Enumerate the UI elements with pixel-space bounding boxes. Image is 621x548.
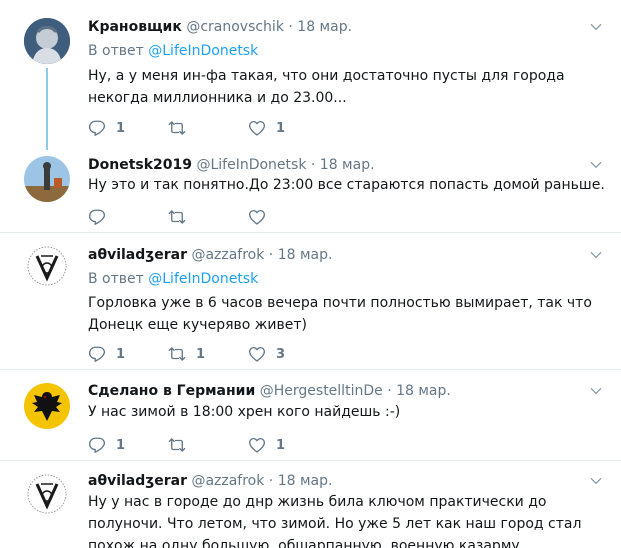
timestamp[interactable]: 18 мар.: [297, 19, 352, 35]
retweet-count: 1: [196, 346, 206, 362]
timestamp[interactable]: 18 мар.: [396, 383, 451, 399]
tweet-header: aθviladʒerar @azzafrok · 18 мар.: [88, 472, 332, 490]
reply-icon: [88, 345, 106, 363]
retweet-button[interactable]: 1: [168, 344, 205, 364]
reply-button[interactable]: 1: [88, 435, 125, 455]
retweet-button[interactable]: [168, 435, 196, 455]
user-handle[interactable]: @azzafrok: [191, 247, 264, 263]
tweet[interactable]: Крановщик @cranovschik · 18 мар. В ответ…: [0, 0, 621, 150]
like-button[interactable]: 3: [248, 344, 285, 364]
reply-button[interactable]: 1: [88, 118, 125, 138]
reply-button[interactable]: [88, 207, 116, 227]
tweet-header: Сделано в Германии @HergestelltinDe · 18…: [88, 382, 451, 400]
chevron-down-icon[interactable]: [589, 20, 603, 34]
retweet-button[interactable]: [168, 207, 196, 227]
reply-icon: [88, 119, 106, 137]
like-icon: [248, 345, 266, 363]
reply-to-link[interactable]: @LifeInDonetsk: [148, 271, 258, 287]
reply-context: В ответ @LifeInDonetsk: [88, 270, 258, 288]
reply-icon: [88, 208, 106, 226]
separator-dot: ·: [288, 19, 293, 35]
user-handle[interactable]: @LifeInDonetsk: [196, 157, 306, 173]
reply-count: 1: [116, 120, 126, 136]
avatar[interactable]: [24, 243, 70, 289]
retweet-icon: [168, 436, 186, 454]
separator-dot: ·: [268, 247, 274, 263]
reply-context: В ответ @LifeInDonetsk: [88, 42, 258, 60]
user-handle[interactable]: @cranovschik: [186, 19, 284, 35]
like-icon: [248, 119, 266, 137]
user-name[interactable]: aθviladʒerar: [88, 473, 187, 489]
user-handle[interactable]: @HergestelltinDe: [260, 383, 383, 399]
like-icon: [248, 436, 266, 454]
like-button[interactable]: [248, 207, 276, 227]
chevron-down-icon[interactable]: [589, 474, 603, 488]
chevron-down-icon[interactable]: [589, 384, 603, 398]
user-name[interactable]: Donetsk2019: [88, 157, 192, 173]
retweet-icon: [168, 208, 186, 226]
user-name[interactable]: Крановщик: [88, 19, 182, 35]
timestamp[interactable]: 18 мар.: [278, 247, 333, 263]
like-button[interactable]: 1: [248, 118, 285, 138]
tweet[interactable]: aθviladʒerar @azzafrok · 18 мар. Ну у на…: [0, 461, 621, 548]
chevron-down-icon[interactable]: [589, 158, 603, 172]
separator-dot: ·: [387, 383, 392, 399]
reply-to-link[interactable]: @LifeInDonetsk: [148, 43, 258, 59]
tweet-header: Donetsk2019 @LifeInDonetsk · 18 мар.: [88, 156, 375, 174]
tweet[interactable]: aθviladʒerar @azzafrok · 18 мар. В ответ…: [0, 233, 621, 369]
avatar[interactable]: [24, 471, 70, 517]
retweet-button[interactable]: [168, 118, 196, 138]
user-handle[interactable]: @azzafrok: [191, 473, 264, 489]
reply-prefix: В ответ: [88, 271, 144, 287]
retweet-icon: [168, 119, 186, 137]
tweet[interactable]: Сделано в Германии @HergestelltinDe · 18…: [0, 370, 621, 460]
user-name[interactable]: aθviladʒerar: [88, 247, 187, 263]
tweet[interactable]: Donetsk2019 @LifeInDonetsk · 18 мар. Ну …: [0, 150, 621, 232]
reply-button[interactable]: 1: [88, 344, 125, 364]
tweet-text: У нас зимой в 18:00 хрен кого найдешь :-…: [88, 404, 401, 420]
like-count: 3: [276, 346, 286, 362]
timestamp[interactable]: 18 мар.: [278, 473, 333, 489]
like-icon: [248, 208, 266, 226]
like-button[interactable]: 1: [248, 435, 285, 455]
reply-prefix: В ответ: [88, 43, 144, 59]
like-count: 1: [276, 437, 286, 453]
reply-count: 1: [116, 437, 126, 453]
avatar[interactable]: [24, 156, 70, 202]
separator-dot: ·: [310, 157, 316, 173]
tweet-header: Крановщик @cranovschik · 18 мар.: [88, 18, 352, 36]
thread-line: [46, 68, 48, 150]
tweet-text: Ну это и так понятно.До 23:00 все стараю…: [88, 177, 605, 193]
separator-dot: ·: [268, 473, 274, 489]
tweet-text: Ну у нас в городе до днр жизнь била ключ…: [88, 494, 582, 548]
avatar[interactable]: [24, 18, 70, 64]
retweet-icon: [168, 345, 186, 363]
chevron-down-icon[interactable]: [589, 248, 603, 262]
reply-icon: [88, 436, 106, 454]
tweet-header: aθviladʒerar @azzafrok · 18 мар.: [88, 246, 332, 264]
reply-count: 1: [116, 346, 126, 362]
avatar[interactable]: [24, 383, 70, 429]
timestamp[interactable]: 18 мар.: [320, 157, 375, 173]
tweet-text: Горловка уже в 6 часов вечера почти полн…: [88, 295, 592, 333]
user-name[interactable]: Сделано в Германии: [88, 383, 255, 399]
like-count: 1: [276, 120, 286, 136]
tweet-text: Ну, а у меня ин-фа такая, что они достат…: [88, 68, 565, 106]
